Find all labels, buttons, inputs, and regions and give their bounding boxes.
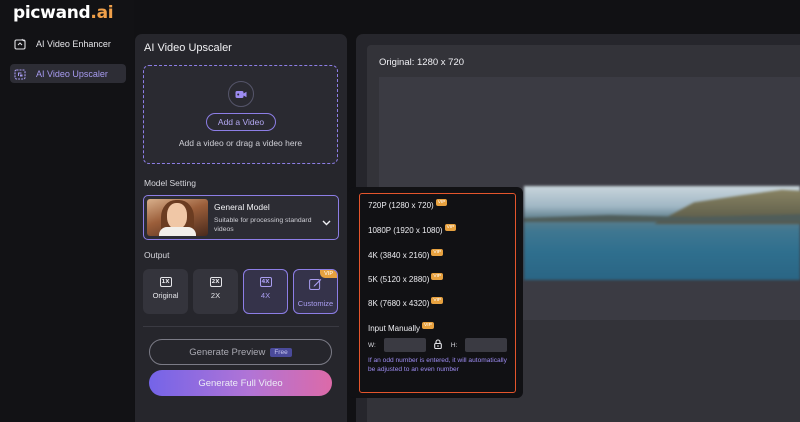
output-option-original[interactable]: 1X Original bbox=[143, 269, 188, 314]
vip-badge: VIP bbox=[444, 224, 457, 231]
panel-title: AI Video Upscaler bbox=[144, 42, 232, 54]
settings-panel: AI Video Upscaler Add a Video Add a vide… bbox=[135, 34, 347, 422]
upload-hint: Add a video or drag a video here bbox=[178, 138, 303, 148]
upload-dropzone[interactable]: Add a Video Add a video or drag a video … bbox=[143, 65, 338, 164]
scale-2x-icon: 2X bbox=[209, 277, 222, 287]
resolution-menu: 720P (1280 x 720) VIP 1080P (1920 x 1080… bbox=[359, 193, 516, 393]
model-name: General Model bbox=[214, 202, 270, 212]
resolution-option-label: 8K (7680 x 4320) bbox=[368, 299, 430, 308]
brand-logo-suffix: .ai bbox=[90, 3, 114, 23]
resolution-option-label: 1080P (1920 x 1080) bbox=[368, 226, 443, 235]
vip-badge: VIP bbox=[320, 270, 337, 278]
height-input[interactable] bbox=[465, 338, 508, 352]
chevron-down-icon bbox=[322, 213, 331, 231]
resolution-option-8k[interactable]: 8K (7680 x 4320) VIP bbox=[368, 297, 444, 308]
add-video-button[interactable]: Add a Video bbox=[206, 113, 276, 131]
vip-badge: VIP bbox=[431, 273, 444, 280]
input-manually-text: Input Manually bbox=[368, 324, 421, 333]
height-label: H: bbox=[450, 341, 458, 349]
vip-badge: VIP bbox=[435, 199, 448, 206]
sidebar-item-label: AI Video Enhancer bbox=[36, 38, 111, 49]
resolution-option-720p[interactable]: 720P (1280 x 720) VIP bbox=[368, 199, 448, 210]
width-input[interactable] bbox=[383, 338, 426, 352]
output-option-label: 4X bbox=[260, 291, 271, 300]
output-option-4x[interactable]: 4X 4X bbox=[243, 269, 288, 314]
generate-preview-button[interactable]: Generate Preview Free bbox=[149, 339, 332, 365]
scale-1x-icon: 1X bbox=[159, 277, 172, 287]
model-description: Suitable for processing standard videos bbox=[214, 217, 312, 233]
width-label: W: bbox=[368, 341, 376, 349]
output-option-label: Original bbox=[152, 291, 179, 300]
resolution-option-5k[interactable]: 5K (5120 x 2880) VIP bbox=[368, 273, 444, 284]
sidebar-item-label: AI Video Upscaler bbox=[36, 68, 108, 79]
output-option-2x[interactable]: 2X 2X bbox=[193, 269, 238, 314]
sidebar-item-video-enhancer[interactable]: AI Video Enhancer bbox=[10, 34, 126, 53]
output-label: Output bbox=[144, 250, 170, 260]
vip-badge: VIP bbox=[431, 297, 444, 304]
vip-badge: VIP bbox=[422, 322, 434, 329]
generate-full-video-button[interactable]: Generate Full Video bbox=[149, 370, 332, 396]
free-badge: Free bbox=[270, 347, 292, 357]
video-upscale-icon bbox=[14, 68, 26, 80]
output-option-label: Customize bbox=[297, 299, 334, 308]
output-option-customize[interactable]: VIP Customize bbox=[293, 269, 338, 314]
scale-4x-icon: 4X bbox=[259, 277, 272, 287]
brand-logo[interactable]: picwand.ai bbox=[13, 3, 114, 23]
edit-icon bbox=[309, 277, 322, 295]
lock-icon[interactable] bbox=[433, 339, 442, 351]
sidebar: picwand.ai AI Video Enhancer AI Video Up… bbox=[0, 0, 134, 422]
manual-size-inputs: W: H: bbox=[368, 338, 508, 352]
resolution-option-1080p[interactable]: 1080P (1920 x 1080) VIP bbox=[368, 224, 457, 235]
video-enhance-icon bbox=[14, 38, 26, 50]
model-setting-label: Model Setting bbox=[144, 178, 196, 188]
model-thumbnail bbox=[147, 199, 208, 236]
output-option-label: 2X bbox=[210, 291, 221, 300]
input-manually-label: Input Manually VIP bbox=[368, 322, 434, 333]
model-select[interactable]: General Model Suitable for processing st… bbox=[143, 195, 339, 240]
resolution-option-label: 5K (5120 x 2880) bbox=[368, 275, 430, 284]
original-resolution-label: Original: 1280 x 720 bbox=[379, 57, 465, 68]
divider bbox=[143, 326, 339, 327]
odd-number-note: If an odd number is entered, it will aut… bbox=[368, 357, 507, 373]
resolution-option-4k[interactable]: 4K (3840 x 2160) VIP bbox=[368, 249, 444, 260]
video-preview-image bbox=[524, 186, 800, 280]
video-camera-icon bbox=[228, 81, 254, 107]
vip-badge: VIP bbox=[431, 249, 444, 256]
generate-preview-label: Generate Preview bbox=[189, 346, 266, 358]
resolution-option-label: 4K (3840 x 2160) bbox=[368, 251, 430, 260]
resolution-option-label: 720P (1280 x 720) bbox=[368, 201, 434, 210]
sidebar-item-video-upscaler[interactable]: AI Video Upscaler bbox=[10, 64, 126, 83]
